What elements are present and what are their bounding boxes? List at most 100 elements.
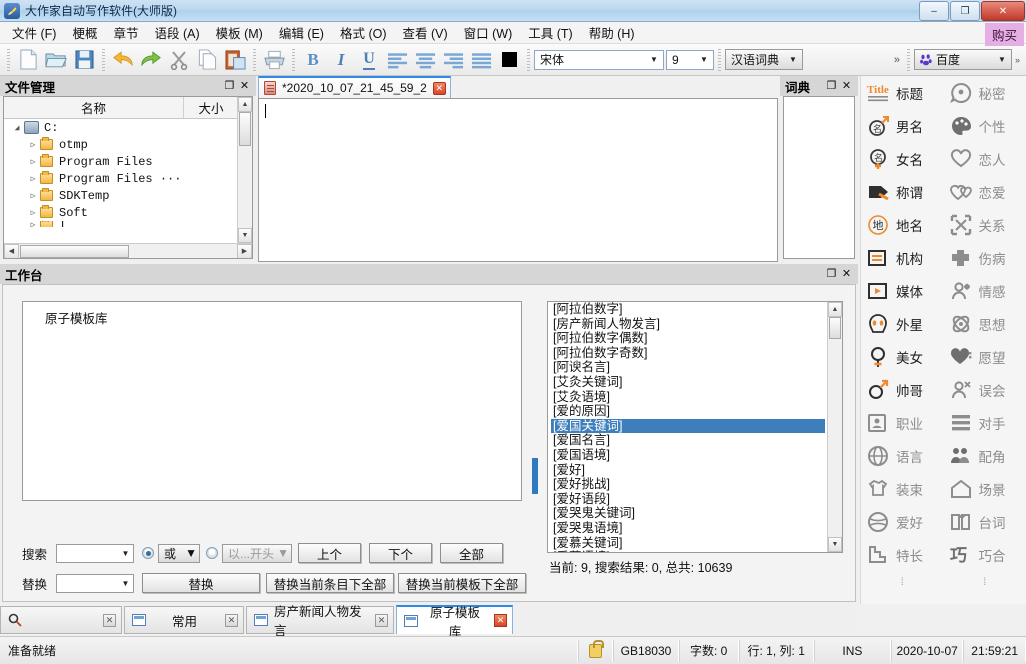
search-engine-combo[interactable]: 百度 ▼ [914, 49, 1012, 70]
rail-item-coincidence[interactable]: 巧 巧合 [944, 538, 1026, 571]
italic-icon[interactable]: I [327, 46, 355, 74]
chevron-down-icon-3[interactable]: ▼ [277, 546, 289, 560]
font-family-combo[interactable]: 宋体 ▼ [534, 50, 664, 70]
buy-button[interactable]: 购买 [985, 23, 1024, 46]
close-icon[interactable]: ✕ [839, 78, 854, 93]
rail-item-language[interactable]: 语言 [861, 439, 944, 472]
menu-format[interactable]: 格式 (O) [332, 21, 395, 44]
rail-item-personality[interactable]: 个性 [944, 109, 1026, 142]
list-item[interactable]: [爱慕关键词] [551, 536, 825, 551]
rail-item-misunderstanding[interactable]: 误会 [944, 373, 1026, 406]
rail-item-media[interactable]: 媒体 [861, 274, 944, 307]
dictionary-content[interactable] [783, 96, 855, 259]
template-name-box[interactable]: 原子模板库 [22, 301, 522, 501]
scroll-thumb[interactable] [829, 317, 841, 339]
document-text-area[interactable] [258, 98, 778, 262]
toolbar-overflow-1[interactable]: » [894, 54, 900, 66]
close-icon[interactable]: ✕ [839, 266, 854, 281]
search-mode-radio-startswith[interactable] [206, 547, 218, 559]
tree-row-otmp[interactable]: ▷ otmp [4, 136, 252, 153]
rail-more-left[interactable]: ⁞ [861, 571, 944, 588]
search-input[interactable]: ▼ [56, 544, 134, 563]
chevron-down-icon-2[interactable]: ▼ [185, 546, 197, 560]
list-item[interactable]: [爱哭鬼语境] [551, 521, 825, 536]
rail-item-lover[interactable]: 恋人 [944, 142, 1026, 175]
list-item[interactable]: [阿拉伯数字奇数] [551, 346, 825, 361]
align-center-icon[interactable] [411, 46, 439, 74]
rail-item-hobby[interactable]: 爱好 [861, 505, 944, 538]
list-item[interactable]: [爱好挑战] [551, 477, 825, 492]
replace-entry-all-button[interactable]: 替换当前条目下全部 [266, 573, 394, 593]
tree-row-program-files[interactable]: ▷ Program Files [4, 153, 252, 170]
rail-item-costume[interactable]: 装束 [861, 472, 944, 505]
print-icon[interactable] [260, 46, 288, 74]
align-justify-icon[interactable] [467, 46, 495, 74]
entry-list-scrollbar[interactable]: ▲ ▼ [827, 302, 842, 552]
rail-item-romance[interactable]: 恋爱 [944, 175, 1026, 208]
rail-item-female-name[interactable]: 名 女名 [861, 142, 944, 175]
align-right-icon[interactable] [439, 46, 467, 74]
open-folder-icon[interactable] [42, 46, 70, 74]
close-button[interactable]: ✕ [981, 1, 1025, 21]
expand-triangle-icon-3[interactable]: ▷ [26, 174, 40, 184]
menu-tools[interactable]: 工具 (T) [520, 21, 580, 44]
search-all-button[interactable]: 全部 [440, 543, 503, 563]
lock-status[interactable] [578, 640, 613, 662]
menu-chapter[interactable]: 章节 [105, 21, 146, 44]
rail-item-specialty[interactable]: 特长 [861, 538, 944, 571]
rail-item-thought[interactable]: 思想 [944, 307, 1026, 340]
menu-view[interactable]: 查看 (V) [395, 21, 456, 44]
text-color-swatch[interactable] [495, 46, 523, 74]
rail-item-emotion[interactable]: 情感 [944, 274, 1026, 307]
redo-icon[interactable] [137, 46, 165, 74]
list-item[interactable]: [爱的原因] [551, 404, 825, 419]
rail-item-secret[interactable]: 秘密 [944, 76, 1026, 109]
scroll-down-icon[interactable]: ▼ [238, 228, 252, 243]
float-icon[interactable]: ❐ [222, 78, 237, 93]
list-item[interactable]: [阿谀名言] [551, 360, 825, 375]
close-icon[interactable]: ✕ [375, 614, 388, 627]
menu-file[interactable]: 文件 (F) [4, 21, 64, 44]
dictionary-combo[interactable]: 汉语词典 ▼ [725, 49, 803, 70]
close-icon[interactable]: ✕ [225, 614, 238, 627]
search-startswith-select[interactable]: 以...开头 ▼ [222, 544, 292, 563]
chevron-down-icon[interactable]: ▼ [118, 549, 133, 558]
rail-item-opponent[interactable]: 对手 [944, 406, 1026, 439]
rail-item-appellation[interactable]: 称谓 [861, 175, 944, 208]
file-tree-body[interactable]: ◢ C: ▷ otmp ▷ Program Files ▷ Program Fi… [4, 119, 252, 227]
tree-row-t[interactable]: ▷ T [4, 221, 252, 227]
menu-edit[interactable]: 编辑 (E) [271, 21, 332, 44]
scroll-left-icon[interactable]: ◀ [4, 244, 19, 259]
rail-item-place[interactable]: 地 地名 [861, 208, 944, 241]
rail-item-profession[interactable]: 职业 [861, 406, 944, 439]
align-left-icon[interactable] [383, 46, 411, 74]
scroll-thumb[interactable] [239, 112, 251, 146]
expand-triangle-icon-5[interactable]: ▷ [26, 208, 40, 218]
rail-item-lines[interactable]: 台词 [944, 505, 1026, 538]
search-mode-select[interactable]: 或 ▼ [158, 544, 200, 563]
chevron-down-icon-3[interactable]: ▼ [786, 52, 800, 68]
bottom-tab-search[interactable]: ✕ [0, 606, 122, 634]
chevron-down-icon-4[interactable]: ▼ [118, 579, 133, 588]
bottom-tab-realestate[interactable]: 房产新闻人物发言 ✕ [246, 606, 394, 634]
list-item-selected[interactable]: [爱国关键词] [551, 419, 825, 434]
file-tree-hscrollbar[interactable]: ◀ ▶ [4, 243, 252, 258]
list-item[interactable]: [爱慕语境] [551, 550, 825, 553]
bottom-tab-common[interactable]: 常用 ✕ [124, 606, 244, 634]
replace-button[interactable]: 替换 [142, 573, 260, 593]
menu-window[interactable]: 窗口 (W) [456, 21, 521, 44]
file-tree-vscrollbar[interactable]: ▲ ▼ [237, 97, 252, 243]
rail-item-title[interactable]: Title 标题 [861, 76, 944, 109]
copy-icon[interactable] [193, 46, 221, 74]
list-item[interactable]: [爱好语段] [551, 492, 825, 507]
scroll-up-icon[interactable]: ▲ [828, 302, 842, 317]
entry-list-items[interactable]: [阿拉伯数字] [房产新闻人物发言] [阿拉伯数字偶数] [阿拉伯数字奇数] [… [548, 302, 825, 552]
search-mode-radio-or[interactable] [142, 547, 154, 559]
save-icon[interactable] [70, 46, 98, 74]
chevron-down-icon-2[interactable]: ▼ [697, 52, 711, 68]
entry-list[interactable]: [阿拉伯数字] [房产新闻人物发言] [阿拉伯数字偶数] [阿拉伯数字奇数] [… [547, 301, 843, 553]
bold-icon[interactable]: B [299, 46, 327, 74]
toolbar-overflow-2[interactable]: » [1015, 55, 1020, 65]
tree-row-drive[interactable]: ◢ C: [4, 119, 252, 136]
rail-item-supporting-role[interactable]: 配角 [944, 439, 1026, 472]
